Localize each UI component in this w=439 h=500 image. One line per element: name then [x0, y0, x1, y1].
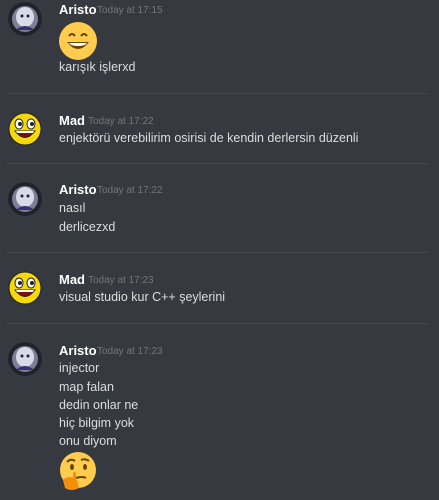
message-text: dedin onlar ne — [59, 398, 139, 412]
message-text: enjektörü verebilirim osirisi de kendin … — [59, 131, 359, 145]
avatar[interactable] — [8, 271, 42, 305]
thinking-emoji-icon — [60, 452, 96, 490]
timestamp: Today at 17:22 — [97, 185, 163, 196]
message-divider — [6, 93, 429, 94]
aristo-avatar-icon — [8, 2, 42, 36]
avatar[interactable] — [8, 182, 42, 216]
avatar[interactable] — [8, 2, 42, 36]
avatar[interactable] — [8, 342, 42, 376]
username[interactable]: Aristo — [59, 182, 97, 197]
message-divider — [6, 323, 429, 324]
message-text: map falan — [59, 380, 114, 394]
username[interactable]: Mad — [59, 113, 85, 128]
message-text: hiç bilgim yok — [59, 416, 135, 430]
username[interactable]: Aristo — [59, 343, 97, 358]
timestamp: Today at 17:23 — [97, 346, 163, 357]
timestamp: Today at 17:23 — [88, 275, 154, 286]
timestamp: Today at 17:22 — [88, 116, 154, 127]
grinning-emoji-icon — [59, 22, 97, 60]
message-divider — [6, 252, 429, 253]
message-text: karışık işlerxd — [59, 60, 136, 74]
timestamp: Today at 17:15 — [97, 5, 163, 16]
awesome-face-avatar-icon — [8, 112, 42, 146]
message-text: visual studio kur C++ şeylerini — [59, 290, 226, 304]
message-text: derlicezxd — [59, 220, 116, 234]
username[interactable]: Mad — [59, 272, 85, 287]
awesome-face-avatar-icon — [8, 271, 42, 305]
message-divider — [6, 163, 429, 164]
username[interactable]: Aristo — [59, 2, 97, 17]
message-text: nasıl — [59, 201, 86, 215]
avatar[interactable] — [8, 112, 42, 146]
aristo-avatar-icon — [8, 342, 42, 376]
message-text: onu diyom — [59, 434, 117, 448]
message-text: injector — [59, 361, 100, 375]
aristo-avatar-icon — [8, 182, 42, 216]
